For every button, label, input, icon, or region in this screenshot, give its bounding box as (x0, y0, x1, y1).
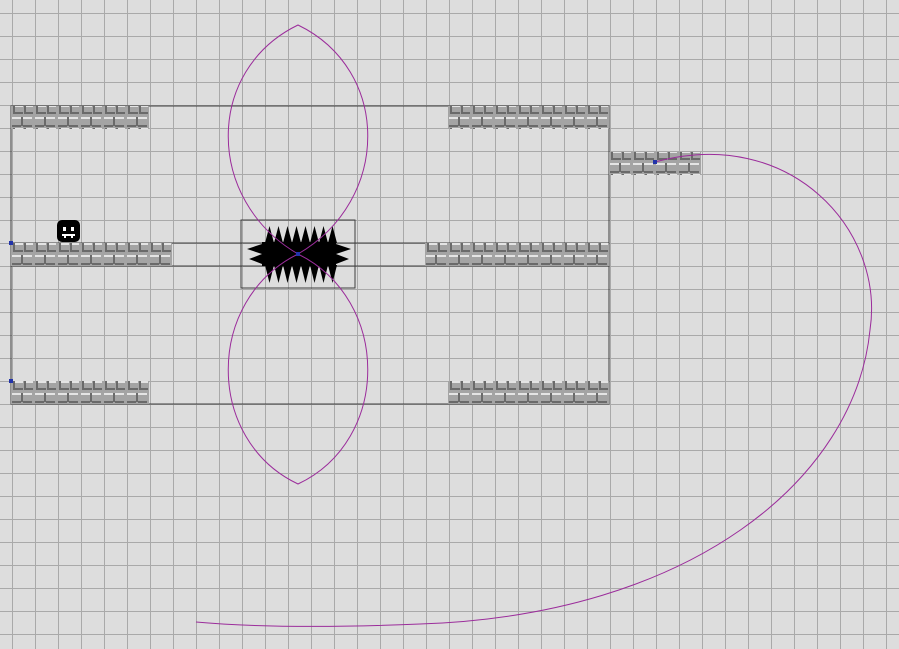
platform-top-left[interactable] (11, 106, 149, 129)
anchor-handle[interactable] (9, 241, 13, 245)
platform-top-right[interactable] (448, 106, 609, 129)
platform-bottom-left[interactable] (11, 381, 149, 404)
smiley-face-icon[interactable] (57, 220, 80, 242)
level-editor-canvas[interactable] (0, 0, 899, 649)
anchor-handle[interactable] (296, 252, 300, 256)
platform-middle-left[interactable] (11, 243, 172, 266)
level-stage (9, 24, 872, 627)
anchor-handle[interactable] (9, 379, 13, 383)
platform-bottom-right[interactable] (448, 381, 609, 404)
anchor-handle[interactable] (653, 160, 657, 164)
platform-middle-right[interactable] (425, 243, 609, 266)
